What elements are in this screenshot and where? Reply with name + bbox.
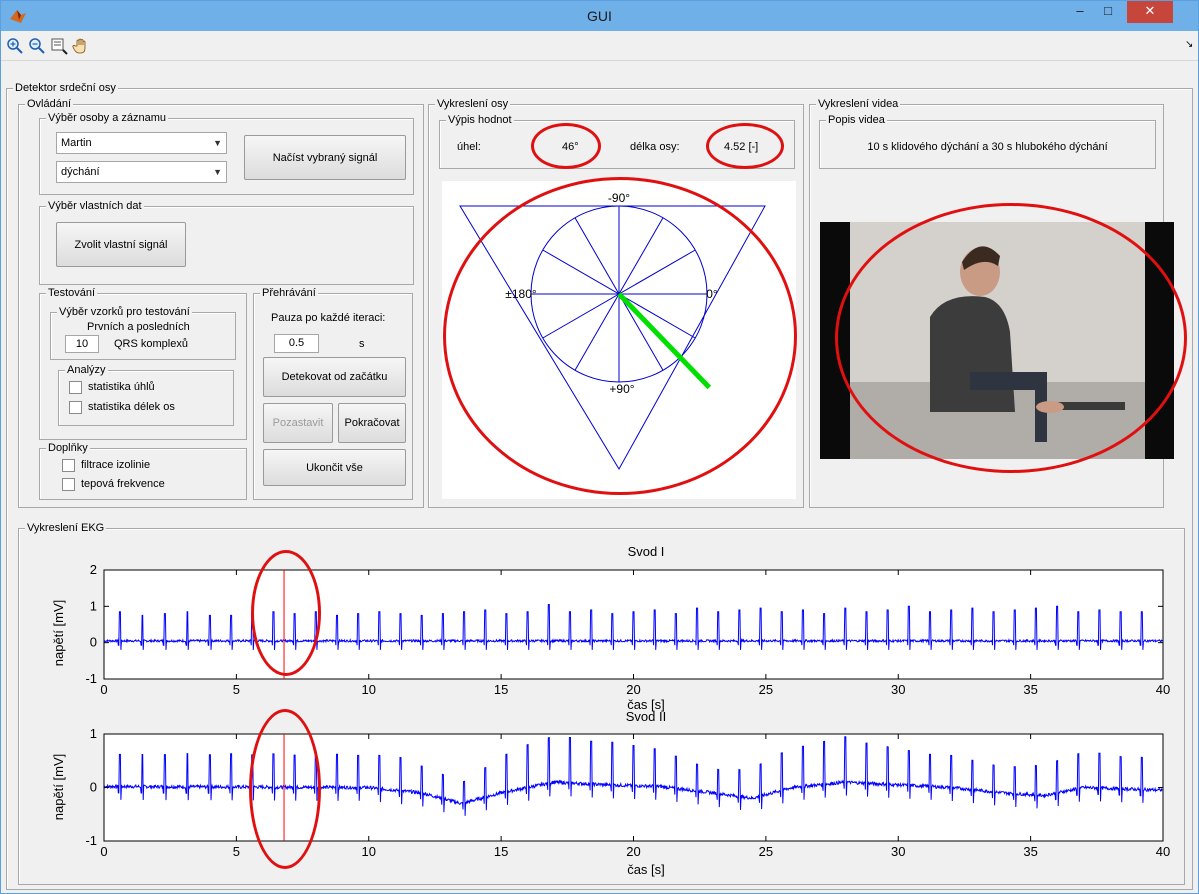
video-description-text: 10 s klidového dýchání a 30 s hlubokého … [867, 141, 1108, 153]
hexaxial-highlight [443, 177, 797, 495]
x-tick-label: 10 [362, 682, 376, 697]
length-stats-label: statistika délek os [88, 401, 175, 413]
video-description-panel-title: Popis videa [826, 114, 887, 126]
y-tick-label: -1 [85, 833, 97, 848]
heart-rate-label: tepová frekvence [81, 478, 165, 490]
close-button[interactable]: ✕ [1127, 1, 1173, 23]
ekg-panel-title: Vykreslení EKG [25, 522, 107, 534]
own-data-panel-title: Výběr vlastních dat [46, 200, 144, 212]
x-tick-label: 15 [494, 844, 508, 859]
x-tick-label: 20 [626, 682, 640, 697]
x-tick-label: 20 [626, 844, 640, 859]
testing-panel-title: Testování [46, 287, 98, 299]
x-tick-label: 30 [891, 682, 905, 697]
y-tick-label: 1 [90, 726, 97, 741]
maximize-button[interactable]: □ [1095, 1, 1121, 23]
x-tick-label: 5 [233, 844, 240, 859]
x-tick-label: 0 [100, 682, 107, 697]
pause-label: Pauza po každé iteraci: [271, 312, 386, 324]
x-tick-label: 15 [494, 682, 508, 697]
lead-i-chart: Svod I 0 5 10 15 20 25 30 35 40-1012 čas [s] nap… [51, 544, 1170, 712]
choose-own-signal-button[interactable]: Zvolit vlastní signál [56, 222, 186, 267]
x-tick-label: 10 [362, 844, 376, 859]
sample-selection-line1: Prvních a posledních [87, 321, 190, 333]
extras-panel-title: Doplňky [46, 442, 90, 454]
zoom-out-icon[interactable] [28, 37, 46, 55]
figure-toolbar: ↘ [1, 31, 1198, 61]
x-tick-label: 35 [1023, 682, 1037, 697]
x-tick-label: 25 [759, 844, 773, 859]
angle-stats-checkbox[interactable] [69, 381, 82, 394]
lead-i-ylabel: napětí [mV] [51, 600, 66, 666]
heart-rate-checkbox[interactable] [62, 478, 75, 491]
toolbar-overflow-icon[interactable]: ↘ [1185, 39, 1193, 50]
qrs-count-input[interactable]: 10 [65, 335, 99, 353]
sample-selection-panel-title: Výběr vzorků pro testování [57, 306, 192, 318]
chevron-down-icon: ▼ [213, 167, 222, 177]
analysis-panel: Analýzy [58, 364, 234, 426]
title-bar: GUI – □ ✕ [1, 1, 1198, 31]
x-tick-label: 0 [100, 844, 107, 859]
end-all-button[interactable]: Ukončit vše [263, 449, 406, 486]
axis-length-highlight [706, 123, 784, 169]
x-tick-label: 5 [233, 682, 240, 697]
detector-panel-title: Detektor srdeční osy [13, 82, 118, 94]
pause-unit: s [359, 338, 365, 350]
angle-label: úhel: [457, 141, 481, 153]
x-tick-label: 30 [891, 844, 905, 859]
lead-ii-xlabel: čas [s] [627, 862, 665, 877]
zoom-in-icon[interactable] [6, 37, 24, 55]
lead-i-plot-area: 0 5 10 15 20 25 30 35 40-1012 [85, 562, 1170, 697]
lead-ii-title: Svod II [626, 709, 666, 724]
axis-plot-panel-title: Vykreslení osy [435, 98, 511, 110]
chevron-down-icon: ▼ [213, 138, 222, 148]
matlab-gui-window: GUI – □ ✕ ↘ Detektor srdeční osy Ovládán… [0, 0, 1199, 894]
angle-value-highlight [531, 123, 601, 169]
lead-i-title: Svod I [628, 544, 665, 559]
y-tick-label: 0 [90, 780, 97, 795]
video-highlight [835, 203, 1187, 473]
pan-hand-icon[interactable] [72, 37, 90, 55]
lead-ii-ylabel: napětí [mV] [51, 754, 66, 820]
continue-button[interactable]: Pokračovat [338, 403, 406, 443]
x-tick-label: 35 [1023, 844, 1037, 859]
y-tick-label: -1 [85, 671, 97, 686]
length-stats-checkbox[interactable] [69, 401, 82, 414]
video-panel-title: Vykreslení videa [816, 98, 901, 110]
analysis-panel-title: Analýzy [65, 364, 108, 376]
person-record-panel-title: Výběr osoby a záznamu [46, 112, 169, 124]
y-tick-label: 1 [90, 598, 97, 613]
isoline-filter-checkbox[interactable] [62, 459, 75, 472]
values-panel-title: Výpis hodnot [446, 114, 514, 126]
lead-i-cursor-highlight [251, 550, 321, 676]
playback-panel-title: Přehrávání [260, 287, 318, 299]
person-select-value: Martin [61, 137, 92, 149]
x-tick-label: 40 [1156, 682, 1170, 697]
extras-panel: Doplňky [39, 442, 247, 500]
data-cursor-icon[interactable] [50, 37, 68, 55]
controls-panel-title: Ovládání [25, 98, 74, 110]
sample-selection-line2: QRS komplexů [114, 338, 188, 350]
angle-stats-label: statistika úhlů [88, 381, 155, 393]
lead-ii-chart: Svod II 0 5 10 15 20 25 30 35 40-101 čas [s] nap… [51, 709, 1170, 877]
y-tick-label: 2 [90, 562, 97, 577]
minimize-button[interactable]: – [1067, 1, 1093, 23]
record-select-value: dýchání [61, 166, 100, 178]
load-signal-button[interactable]: Načíst vybraný signál [244, 135, 406, 180]
lead-ii-cursor-highlight [249, 709, 321, 869]
axis-length-label: délka osy: [630, 141, 680, 153]
detect-from-start-button[interactable]: Detekovat od začátku [263, 357, 406, 397]
window-title: GUI [587, 8, 612, 24]
x-tick-label: 40 [1156, 844, 1170, 859]
person-select[interactable]: Martin ▼ [56, 132, 227, 154]
record-select[interactable]: dýchání ▼ [56, 161, 227, 183]
pause-input[interactable]: 0.5 [274, 334, 319, 353]
y-tick-label: 0 [90, 635, 97, 650]
x-tick-label: 25 [759, 682, 773, 697]
isoline-filter-label: filtrace izolinie [81, 459, 151, 471]
pause-button[interactable]: Pozastavit [263, 403, 333, 443]
